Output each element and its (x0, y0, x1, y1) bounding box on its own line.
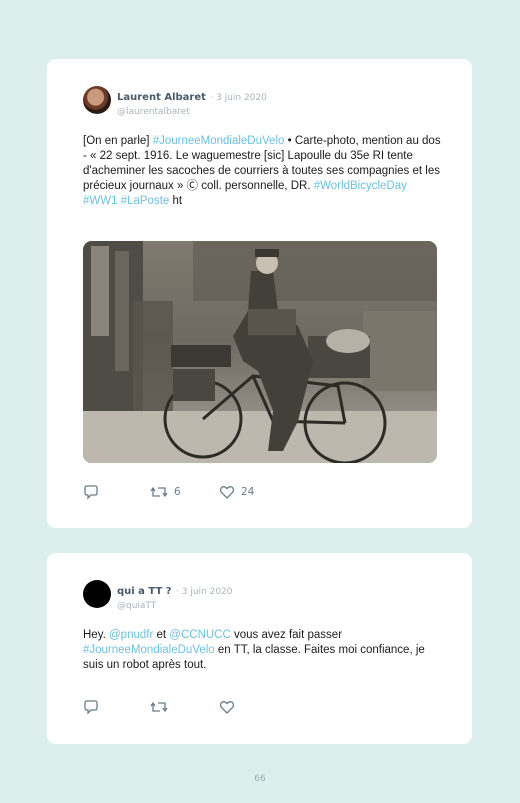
like-button[interactable]: 24 (219, 484, 254, 500)
retweet-count: 6 (174, 486, 181, 498)
retweet-button[interactable]: 6 (150, 484, 181, 500)
tweet-card: qui a TT ? · 3 juin 2020 @quiaTT Hey. @p… (47, 553, 472, 744)
text-run: vous avez fait passer (230, 629, 343, 641)
author-block: qui a TT ? · 3 juin 2020 @quiaTT (117, 581, 233, 611)
hashtag-link[interactable]: #LaPoste (121, 195, 170, 207)
retweet-icon (150, 486, 168, 498)
like-button[interactable] (219, 699, 241, 715)
tweet-photo[interactable] (83, 241, 437, 463)
reply-button[interactable] (83, 484, 99, 500)
avatar[interactable] (83, 86, 111, 114)
author-handle[interactable]: @quiaTT (117, 601, 233, 611)
reply-button[interactable] (83, 699, 99, 715)
hashtag-link[interactable]: #JourneeMondialeDuVelo (153, 135, 285, 147)
page-number: 66 (254, 774, 266, 784)
author-handle[interactable]: @laurentalbaret (117, 107, 267, 117)
text-run: ht (169, 195, 183, 207)
hashtag-link[interactable]: #WorldBicycleDay (314, 180, 407, 192)
mention-link[interactable]: @CCNUCC (169, 629, 231, 641)
like-count: 24 (241, 486, 255, 498)
text-run: Hey. (83, 629, 109, 641)
tweet-date[interactable]: · 3 juin 2020 (176, 587, 232, 597)
avatar[interactable] (83, 580, 111, 608)
retweet-icon (150, 701, 168, 713)
retweet-button[interactable] (150, 699, 174, 715)
text-run: et (153, 629, 170, 641)
hashtag-link[interactable]: #WW1 (83, 195, 118, 207)
reply-icon (84, 700, 98, 715)
tweet-card: Laurent Albaret · 3 juin 2020 @laurental… (47, 59, 472, 528)
photo-image (83, 241, 437, 463)
tweet-text: Hey. @pnudfr et @CCNUCC vous avez fait p… (83, 628, 443, 673)
author-block: Laurent Albaret · 3 juin 2020 @laurental… (117, 87, 267, 117)
author-name[interactable]: qui a TT ? (117, 586, 172, 597)
heart-icon (219, 701, 235, 714)
tweet-text: [On en parle] #JourneeMondialeDuVelo • C… (83, 134, 443, 209)
tweet-date[interactable]: · 3 juin 2020 (210, 93, 266, 103)
mention-link[interactable]: @pnudfr (109, 629, 153, 641)
reply-icon (84, 485, 98, 500)
text-run: [On en parle] (83, 135, 153, 147)
author-name[interactable]: Laurent Albaret (117, 92, 206, 103)
heart-icon (219, 486, 235, 499)
hashtag-link[interactable]: #JourneeMondialeDuVelo (83, 644, 215, 656)
